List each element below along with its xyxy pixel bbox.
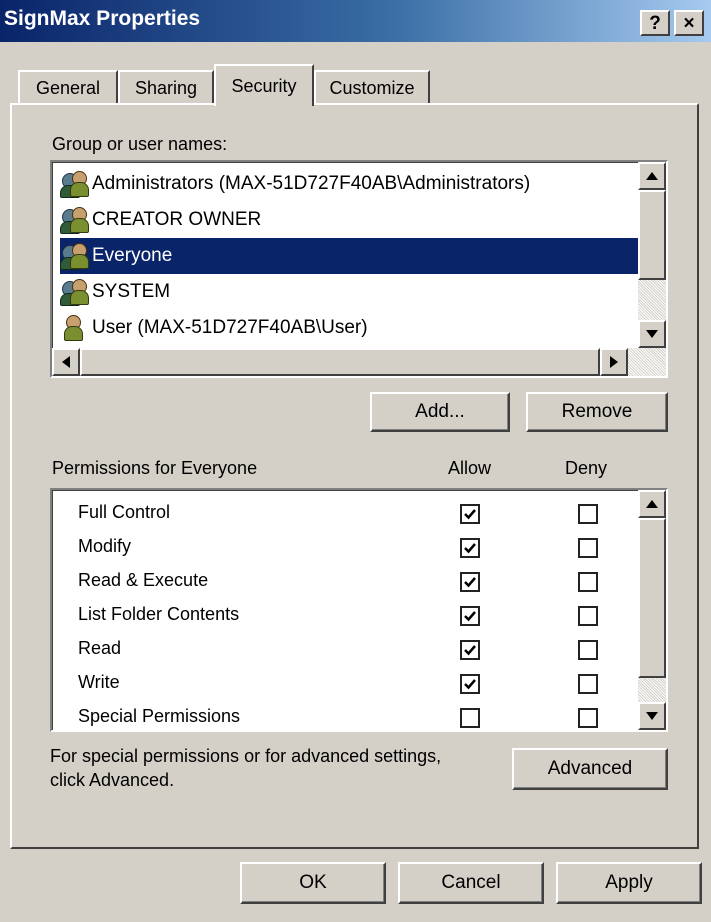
tab-customize-label: Customize xyxy=(329,77,415,98)
allow-checkbox[interactable] xyxy=(460,606,480,626)
scroll-right-button[interactable] xyxy=(600,348,628,376)
deny-checkbox[interactable] xyxy=(578,572,598,592)
allow-checkbox[interactable] xyxy=(460,572,480,592)
permission-name: Special Permissions xyxy=(78,706,241,726)
tab-customize[interactable]: Customize xyxy=(314,70,430,104)
arrow-up-icon xyxy=(646,500,658,508)
allow-checkbox[interactable] xyxy=(460,708,480,728)
group-or-user-label: Group or user names: xyxy=(52,134,228,154)
permission-row: List Folder Contents xyxy=(52,598,642,634)
advanced-button[interactable]: Advanced xyxy=(512,748,668,790)
horizontal-scroll-thumb[interactable] xyxy=(80,348,600,376)
close-button[interactable]: × xyxy=(674,10,704,36)
arrow-left-icon xyxy=(62,356,70,368)
tab-general-label: General xyxy=(35,77,101,98)
scroll-up-button[interactable] xyxy=(638,162,666,190)
scroll-down-button[interactable] xyxy=(638,320,666,348)
add-button[interactable]: Add... xyxy=(370,392,510,432)
list-item[interactable]: Administrators (MAX-51D727F40AB\Administ… xyxy=(60,166,658,202)
user-icon xyxy=(60,314,88,342)
ok-button[interactable]: OK xyxy=(240,862,386,904)
list-item[interactable]: CREATOR OWNER xyxy=(60,202,658,238)
list-item-label: Everyone xyxy=(92,245,173,266)
remove-button[interactable]: Remove xyxy=(526,392,668,432)
allow-checkbox[interactable] xyxy=(460,538,480,558)
group-icon xyxy=(60,242,89,270)
deny-checkbox[interactable] xyxy=(578,640,598,660)
deny-checkbox[interactable] xyxy=(578,538,598,558)
permissions-list[interactable]: Full Control Modify Read & Execute List Fol… xyxy=(50,488,668,732)
apply-button[interactable]: Apply xyxy=(556,862,702,904)
perm-scroll-up-button[interactable] xyxy=(638,490,666,518)
tab-security[interactable]: Security xyxy=(214,64,314,106)
tab-security-label: Security xyxy=(231,75,297,96)
scroll-left-button[interactable] xyxy=(52,348,80,376)
allow-checkbox[interactable] xyxy=(460,504,480,524)
list-item[interactable]: SYSTEM xyxy=(60,274,658,310)
group-icon xyxy=(60,170,89,198)
allow-checkbox[interactable] xyxy=(460,640,480,660)
tab-sharing-label: Sharing xyxy=(134,77,198,98)
permission-row: Special Permissions xyxy=(52,700,642,730)
advanced-note-line1: For special permissions or for advanced … xyxy=(50,746,442,766)
permission-name: Read & Execute xyxy=(78,570,209,590)
permission-name: Write xyxy=(78,672,120,692)
deny-checkbox[interactable] xyxy=(578,504,598,524)
list-item-selected[interactable]: Everyone xyxy=(60,238,658,274)
list-item-label: SYSTEM xyxy=(92,281,171,302)
list-item-label: CREATOR OWNER xyxy=(92,209,262,230)
permissions-label: Permissions for Everyone xyxy=(52,458,258,478)
list-item-label: User (MAX-51D727F40AB\User) xyxy=(92,317,368,338)
deny-header: Deny xyxy=(565,458,608,478)
allow-header: Allow xyxy=(448,458,492,478)
list-item[interactable]: User (MAX-51D727F40AB\User) xyxy=(60,310,658,346)
arrow-right-icon xyxy=(610,356,618,368)
scroll-corner xyxy=(628,348,666,376)
arrow-down-icon xyxy=(646,712,658,720)
permission-row: Modify xyxy=(52,530,642,566)
permission-name: Read xyxy=(78,638,122,658)
permission-row: Read & Execute xyxy=(52,564,642,600)
permission-name: Full Control xyxy=(78,502,171,522)
tab-general[interactable]: General xyxy=(18,70,118,104)
permission-row: Read xyxy=(52,632,642,668)
help-button[interactable]: ? xyxy=(640,10,670,36)
user-list[interactable]: Administrators (MAX-51D727F40AB\Administ… xyxy=(50,160,668,378)
permission-row: Full Control xyxy=(52,496,642,532)
title-bar[interactable]: SignMax Properties ? × xyxy=(0,0,711,42)
perm-scroll-thumb[interactable] xyxy=(638,518,666,678)
advanced-note-line2: click Advanced. xyxy=(50,770,175,790)
deny-checkbox[interactable] xyxy=(578,708,598,728)
group-icon xyxy=(60,278,89,306)
allow-checkbox[interactable] xyxy=(460,674,480,694)
arrow-down-icon xyxy=(646,330,658,338)
permission-row: Write xyxy=(52,666,642,702)
advanced-note: For special permissions or for advanced … xyxy=(50,744,441,792)
deny-checkbox[interactable] xyxy=(578,674,598,694)
permission-name: Modify xyxy=(78,536,132,556)
tab-sharing[interactable]: Sharing xyxy=(118,70,214,104)
cancel-button[interactable]: Cancel xyxy=(398,862,544,904)
perm-scroll-down-button[interactable] xyxy=(638,702,666,730)
permission-name: List Folder Contents xyxy=(78,604,240,624)
deny-checkbox[interactable] xyxy=(578,606,598,626)
scroll-thumb[interactable] xyxy=(638,190,666,280)
window-title: SignMax Properties xyxy=(4,7,201,30)
list-item-label: Administrators (MAX-51D727F40AB\Administ… xyxy=(92,173,531,194)
group-icon xyxy=(60,206,89,234)
arrow-up-icon xyxy=(646,172,658,180)
